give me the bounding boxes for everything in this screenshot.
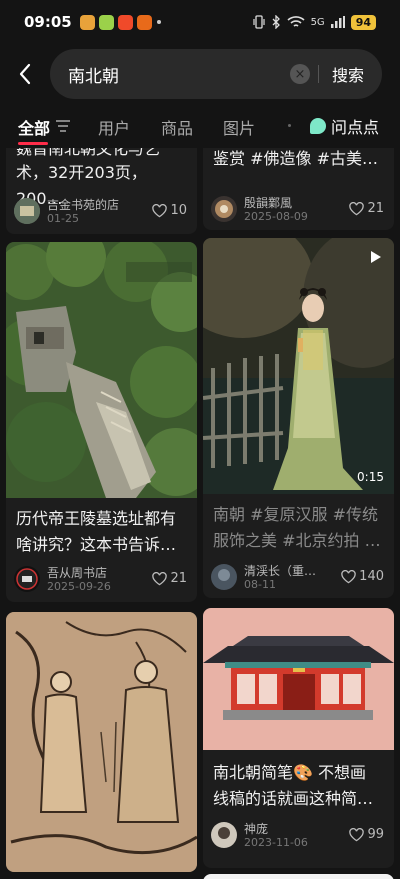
card-title-line: 鉴赏 #佛造像 #古美… [213,149,378,168]
card-meta: 殷韻鄴風 2025-08-09 21 [211,194,386,224]
card-title-line: 服饰之美 #北京约拍 … [213,531,381,550]
note-card[interactable] [6,612,197,872]
app-notification-icon [98,14,114,30]
author-name[interactable]: 神庞 [244,820,268,837]
note-card[interactable]: 南北朝简笔🎨 不想画 线稿的话就画这种简… 神庞 2023-11-06 99 [203,608,394,868]
wifi-icon [287,16,305,27]
clear-search-icon[interactable]: × [290,64,310,84]
card-title-line: 啥讲究？这本书告诉… [16,535,177,554]
like-count: 21 [170,571,187,586]
status-time: 09:05 [24,13,72,31]
card-title-line: 南北朝简笔🎨 不想画 [213,763,367,782]
filter-icon[interactable] [56,120,70,132]
like-button[interactable]: 140 [341,569,384,584]
search-filter-tabs: 全部 用户 商品 图片 问点点 [0,106,400,146]
video-play-icon [371,251,381,263]
heart-icon [152,203,168,217]
like-button[interactable]: 10 [152,203,187,218]
search-button[interactable]: 搜索 [332,62,364,86]
like-count: 10 [170,203,187,218]
back-arrow-icon [19,63,31,85]
avatar[interactable] [14,566,40,592]
app-notification-icon [136,14,152,30]
card-meta: 吉金书苑的店 01-25 10 [14,196,189,226]
active-tab-indicator [18,142,48,145]
card-title-line: 南朝 #复原汉服 #传统 [213,505,378,524]
like-count: 21 [367,201,384,216]
vibrate-icon [252,15,265,29]
status-bar: 09:05 5G 94 [0,0,400,44]
chat-bubble-icon [310,118,326,134]
more-notifications-dot [156,20,161,24]
post-date: 2025-08-09 [244,210,308,223]
author-name[interactable]: 吾从周书店 [47,564,107,581]
ancient-mural-image [6,612,197,872]
tab-separator [288,124,291,127]
search-divider [318,65,319,83]
tab-all[interactable]: 全部 [18,115,50,139]
search-bar-row: 南北朝 × 搜索 [0,48,400,100]
author-name[interactable]: 殷韻鄴風 [244,194,292,211]
app-notification-icon [79,14,95,30]
like-button[interactable]: 99 [349,827,384,842]
heart-icon [152,571,168,585]
card-meta: 清渓长（重… 08-11 140 [211,562,386,592]
avatar[interactable] [211,564,237,590]
like-count: 99 [367,827,384,842]
note-card[interactable]: 魏晋南北朝文化与艺 术，32开203页，200… 吉金书苑的店 01-25 10 [6,148,197,234]
ask-label: 问点点 [331,118,380,137]
author-name[interactable]: 清渓长（重… [244,562,316,579]
tab-users[interactable]: 用户 [98,115,130,139]
note-card[interactable]: 鉴赏 #佛造像 #古美… 殷韻鄴風 2025-08-09 21 [203,148,394,230]
post-date: 2023-11-06 [244,836,308,849]
search-query-text: 南北朝 [68,66,119,87]
author-name[interactable]: 吉金书苑的店 [47,196,119,213]
hanfu-video-thumbnail: 0:15 [203,238,394,494]
post-date: 2025-09-26 [47,580,111,593]
video-card[interactable]: 0:15 南朝 #复原汉服 #传统 服饰之美 #北京约拍 … 清渓长（重… 08… [203,238,394,598]
card-meta: 吾从周书店 2025-09-26 21 [14,564,189,594]
card-meta: 神庞 2023-11-06 99 [211,820,386,850]
network-type: 5G [310,16,325,28]
search-input[interactable]: 南北朝 × 搜索 [50,49,382,99]
heart-icon [349,827,365,841]
note-card[interactable]: 历代帝王陵墓选址都有 啥讲究？这本书告诉… 吾从周书店 2025-09-26 2… [6,242,197,602]
card-title-line: 线稿的话就画这种简… [213,789,374,808]
video-duration: 0:15 [357,470,384,484]
bluetooth-icon [272,15,280,29]
ask-diandian-button[interactable]: 问点点 [310,114,379,138]
like-button[interactable]: 21 [349,201,384,216]
system-status: 5G 94 [252,14,376,30]
tab-images[interactable]: 图片 [223,115,255,139]
red-temple-illustration [203,608,394,750]
battery-indicator: 94 [350,14,376,30]
results-feed: 魏晋南北朝文化与艺 术，32开203页，200… 吉金书苑的店 01-25 10… [0,148,400,879]
tomb-ruins-photo [6,242,197,498]
heart-icon [349,201,365,215]
back-button[interactable] [0,48,50,100]
tab-products[interactable]: 商品 [161,115,193,139]
signal-icon [330,16,345,28]
app-notification-icon [117,14,133,30]
like-count: 140 [359,569,384,584]
like-button[interactable]: 21 [152,571,187,586]
note-card[interactable] [203,874,394,879]
heart-icon [341,569,356,583]
avatar[interactable] [211,822,237,848]
post-date: 08-11 [244,578,276,591]
avatar[interactable] [211,196,237,222]
avatar[interactable] [14,198,40,224]
card-title-line: 历代帝王陵墓选址都有 [16,509,177,528]
post-date: 01-25 [47,212,79,225]
notification-icons [79,14,152,30]
